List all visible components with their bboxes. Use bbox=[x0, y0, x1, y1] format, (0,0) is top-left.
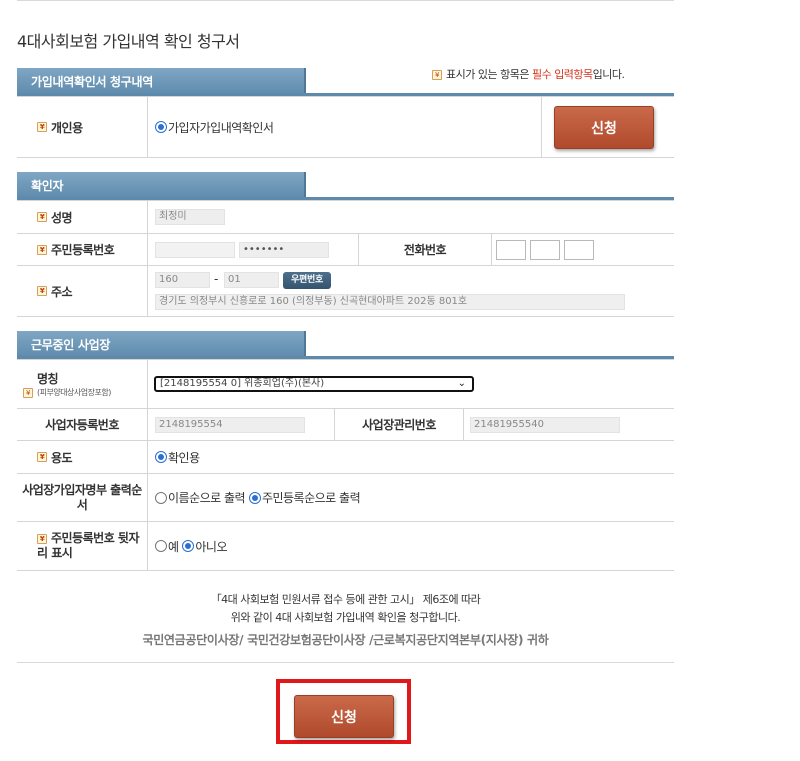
radio-checked-icon[interactable] bbox=[155, 121, 167, 133]
workplace-table: 명칭 ¥ (피부양대상사업장포함) [2148195554 0] 위종회업(주)(… bbox=[17, 359, 674, 571]
section-header-confirmer: 확인자 bbox=[17, 172, 674, 200]
required-marker-icon: ¥ bbox=[37, 122, 47, 132]
top-divider bbox=[17, 0, 674, 1]
row-purpose: ¥ 용도 확인용 bbox=[17, 441, 674, 474]
phone-field-3[interactable] bbox=[564, 240, 594, 260]
required-marker-icon: ¥ bbox=[37, 212, 47, 222]
address-field[interactable]: 경기도 의정부시 신흥로로 160 (의정부동) 신곡현대아파트 202동 80… bbox=[155, 294, 625, 310]
row-workplace-name: 명칭 ¥ (피부양대상사업장포함) [2148195554 0] 위종회업(주)(… bbox=[17, 360, 674, 409]
notice-line-2: 위와 같이 4대 사회보험 가입내역 확인을 청구합니다. bbox=[230, 611, 461, 624]
required-marker-icon: ¥ bbox=[23, 387, 33, 398]
print-order-label: 사업장가입자명부 출력순서 bbox=[17, 474, 148, 521]
addressee: 국민연금공단이사장/ 국민건강보험공단이사장 /근로복지공단지역본부(지사장) … bbox=[142, 633, 549, 647]
row-address: ¥ 주소 160 - 01 우편번호 경기도 의정부시 신흥로로 160 (의정부… bbox=[17, 266, 674, 317]
purpose-option[interactable]: 확인용 bbox=[155, 441, 200, 473]
row-rrn-phone: ¥ 주민등록번호 ••••••• 전화번호 bbox=[17, 234, 674, 266]
print-order-options: 이름순으로 출력 주민등록순으로 출력 bbox=[155, 474, 361, 521]
name-field[interactable]: 최정미 bbox=[155, 209, 225, 225]
rrn-front-field[interactable] bbox=[155, 242, 235, 258]
mgmt-label: 사업장관리번호 bbox=[362, 418, 436, 432]
mgmt-field[interactable]: 21481955540 bbox=[470, 417, 620, 433]
phone-field-2[interactable] bbox=[530, 240, 560, 260]
zip-field-1[interactable]: 160 bbox=[155, 272, 210, 288]
bottom-divider bbox=[17, 662, 674, 663]
row-name: ¥ 성명 최정미 bbox=[17, 201, 674, 234]
required-marker-icon: ¥ bbox=[37, 286, 47, 296]
option-certificate[interactable]: 가입자가입내역확인서 bbox=[155, 97, 274, 157]
radio-yes[interactable] bbox=[155, 540, 167, 552]
radio-rrn-order[interactable] bbox=[248, 491, 261, 504]
radio-checked-icon[interactable] bbox=[155, 451, 167, 463]
required-marker-icon: ¥ bbox=[37, 244, 47, 255]
section-title: 확인자 bbox=[17, 172, 306, 200]
section-title: 근무중인 사업장 bbox=[17, 331, 306, 359]
phone-field-1[interactable] bbox=[496, 240, 526, 260]
workplace-select[interactable]: [2148195554 0] 위종회업(주)(본사) ⌄ bbox=[154, 376, 474, 392]
rrn-tail-options: 예 아니오 bbox=[155, 522, 227, 570]
zip-dash: - bbox=[214, 272, 219, 286]
section-title: 가입내역확인서 청구내역 bbox=[17, 68, 306, 96]
phone-label: 전화번호 bbox=[403, 243, 447, 257]
request-table: ¥ 개인용 가입자가입내역확인서 신청 bbox=[17, 96, 674, 158]
row-print-order: 사업장가입자명부 출력순서 이름순으로 출력 주민등록순으로 출력 bbox=[17, 474, 674, 522]
bizno-label: 사업자등록번호 bbox=[17, 409, 148, 440]
bizno-field[interactable]: 2148195554 bbox=[155, 417, 305, 433]
confirmer-table: ¥ 성명 최정미 ¥ 주민등록번호 ••••••• 전화번호 ¥ 주소 160 - 0… bbox=[17, 200, 674, 317]
apply-button-top[interactable]: 신청 bbox=[554, 106, 654, 149]
rrn-back-field[interactable]: ••••••• bbox=[239, 242, 329, 258]
row-personal: ¥ 개인용 가입자가입내역확인서 신청 bbox=[17, 97, 674, 158]
required-marker-icon: ¥ bbox=[37, 452, 47, 462]
chevron-down-icon: ⌄ bbox=[457, 378, 466, 389]
submit-button[interactable]: 신청 bbox=[294, 695, 394, 738]
required-marker-icon: ¥ bbox=[37, 533, 47, 544]
zip-search-button[interactable]: 우편번호 bbox=[283, 272, 331, 289]
row-bizno: 사업자등록번호 2148195554 사업장관리번호 21481955540 bbox=[17, 409, 674, 441]
radio-no[interactable] bbox=[182, 540, 195, 552]
label-personal: ¥ 개인용 bbox=[17, 97, 148, 157]
notice-line-1: 「4대 사회보험 민원서류 접수 등에 관한 고시」 제6조에 따라 bbox=[210, 593, 481, 606]
section-header-workplace: 근무중인 사업장 bbox=[17, 331, 674, 359]
radio-name-order[interactable] bbox=[155, 491, 167, 504]
zip-field-2[interactable]: 01 bbox=[224, 272, 279, 288]
section-header-request: 가입내역확인서 청구내역 bbox=[17, 68, 674, 96]
row-rrn-tail: ¥ 주민등록번호 뒷자리 표시 예 아니오 bbox=[17, 522, 674, 571]
page-title: 4대사회보험 가입내역 확인 청구서 bbox=[17, 32, 240, 51]
